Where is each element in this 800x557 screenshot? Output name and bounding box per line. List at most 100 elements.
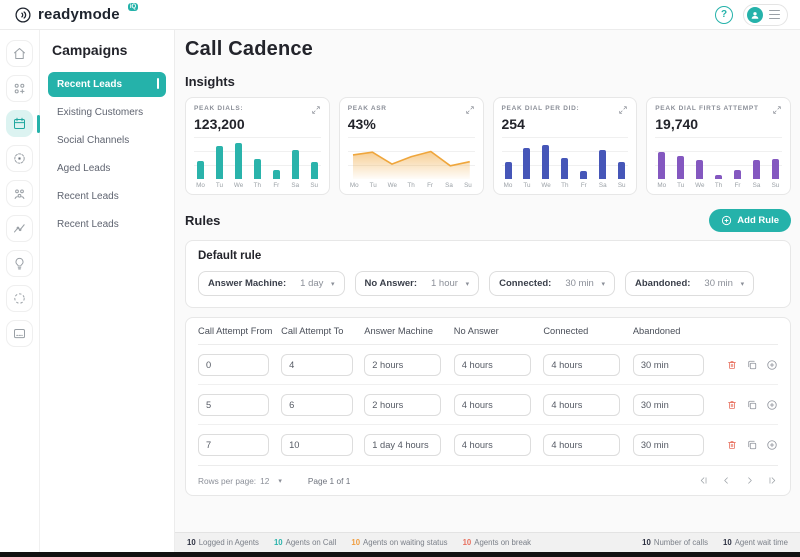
rule-cell-input[interactable] <box>364 434 442 456</box>
rail-item-monitor-icon[interactable] <box>6 320 33 347</box>
add-icon[interactable] <box>766 439 778 451</box>
chart-bar <box>658 151 666 179</box>
chart-bar <box>272 169 280 179</box>
rows-per-page-label: Rows per page: <box>198 475 257 486</box>
rail-item-apps-icon[interactable] <box>6 75 33 102</box>
rule-cell-input[interactable] <box>364 353 442 376</box>
insight-cards: PEAK DIALS: 123,200 Mo Tu We Th Fr Sa Su PEAK … <box>185 97 791 195</box>
rail-item-trending-icon[interactable] <box>6 215 33 242</box>
rail-item-target-icon[interactable] <box>6 145 33 172</box>
add-icon[interactable] <box>766 399 778 411</box>
campaign-item-3[interactable]: Aged Leads <box>48 156 166 181</box>
table-row <box>198 345 778 385</box>
campaign-item-1[interactable]: Existing Customers <box>48 100 166 125</box>
chart-bar <box>197 161 204 179</box>
add-icon[interactable] <box>766 359 778 371</box>
default-rule-fields: Answer Machine: 1 day ▾ No Answer: 1 hour… <box>198 271 778 296</box>
card-chart <box>194 137 321 179</box>
column-header: Abandoned <box>632 326 681 336</box>
rules-table-body <box>198 345 778 465</box>
icon-rail <box>0 30 40 552</box>
status-right-items: 10 Number of calls 10 Agent wait time <box>642 538 788 547</box>
status-item: 10 Agents on break <box>462 538 532 547</box>
help-icon[interactable]: ? <box>715 5 733 24</box>
next-page-icon[interactable] <box>744 475 755 486</box>
rule-cell-input[interactable] <box>281 353 353 376</box>
rail-item-community-icon[interactable] <box>6 180 33 207</box>
dropdown-label: Abandoned: <box>635 278 691 289</box>
account-menu[interactable] <box>743 3 788 26</box>
rule-cell-input[interactable] <box>453 353 531 376</box>
chart-day-labels: Mo Tu We Th Fr Sa Su <box>657 182 780 189</box>
card-chart <box>347 137 475 179</box>
first-page-icon[interactable] <box>698 475 709 486</box>
table-row <box>198 385 778 425</box>
card-metric-value: 19,740 <box>655 116 699 132</box>
chart-bar <box>561 158 569 179</box>
default-rule-dropdown-2[interactable]: Connected: 30 min ▾ <box>489 271 615 296</box>
dropdown-value: 30 min ▾ <box>704 278 745 289</box>
duplicate-icon[interactable] <box>746 439 758 451</box>
rule-cell-input[interactable] <box>632 434 705 456</box>
dropdown-value: 30 min ▾ <box>565 278 605 289</box>
card-metric-label: PEAK ASR <box>347 105 387 112</box>
rail-item-home-icon[interactable] <box>6 40 33 67</box>
main-area: Call Cadence Insights PEAK DIALS: 123,20… <box>175 30 800 552</box>
expand-icon[interactable] <box>772 105 782 115</box>
rule-cell-input[interactable] <box>543 393 621 416</box>
rail-item-spinner-icon[interactable] <box>6 285 33 312</box>
rule-cell-input[interactable] <box>198 434 270 456</box>
rule-cell-input[interactable] <box>198 353 270 376</box>
chart-bar <box>715 174 723 179</box>
column-header: Connected <box>543 326 589 336</box>
dropdown-value: 1 hour ▾ <box>430 278 470 289</box>
delete-icon[interactable] <box>726 399 738 411</box>
chart-bar <box>753 160 761 179</box>
expand-icon[interactable] <box>311 105 321 115</box>
campaign-item-0[interactable]: Recent Leads <box>48 72 166 97</box>
expand-icon[interactable] <box>618 105 628 115</box>
rule-cell-input[interactable] <box>632 393 705 416</box>
chart-bar <box>542 144 550 179</box>
prev-page-icon[interactable] <box>721 475 732 486</box>
row-actions <box>716 439 778 451</box>
last-page-icon[interactable] <box>767 475 778 486</box>
brand-logo: readymode iQ <box>14 2 139 24</box>
insights-title: Insights <box>185 74 235 89</box>
chart-bar <box>734 169 742 179</box>
rules-title: Rules <box>185 213 221 228</box>
campaign-item-5[interactable]: Recent Leads <box>48 212 166 237</box>
campaign-item-4[interactable]: Recent Leads <box>48 184 166 209</box>
default-rule-dropdown-3[interactable]: Abandoned: 30 min ▾ <box>625 271 755 296</box>
rule-cell-input[interactable] <box>543 434 621 456</box>
expand-icon[interactable] <box>465 105 475 115</box>
campaign-item-2[interactable]: Social Channels <box>48 128 166 153</box>
delete-icon[interactable] <box>726 359 738 371</box>
rule-cell-input[interactable] <box>198 393 270 416</box>
column-header: Answer Machine <box>364 326 433 336</box>
rail-item-lightbulb-icon[interactable] <box>6 250 33 277</box>
add-rule-button[interactable]: Add Rule <box>709 209 791 232</box>
chart-bar <box>696 160 704 179</box>
main-content: Call Cadence Insights PEAK DIALS: 123,20… <box>175 30 800 532</box>
rule-cell-input[interactable] <box>632 353 705 376</box>
chevron-down-icon: ▾ <box>278 477 282 485</box>
rule-cell-input[interactable] <box>453 434 531 456</box>
duplicate-icon[interactable] <box>746 359 758 371</box>
rule-cell-input[interactable] <box>543 353 621 376</box>
chart-bar <box>618 162 626 179</box>
default-rule-dropdown-1[interactable]: No Answer: 1 hour ▾ <box>354 271 480 296</box>
rule-cell-input[interactable] <box>281 393 353 416</box>
rule-cell-input[interactable] <box>364 393 442 416</box>
card-metric-value: 43% <box>347 116 376 132</box>
rule-cell-input[interactable] <box>453 393 531 416</box>
card-metric-label: PEAK DIALS: <box>194 105 244 112</box>
chart-bar <box>310 162 318 179</box>
default-rule-dropdown-0[interactable]: Answer Machine: 1 day ▾ <box>198 271 345 296</box>
rail-item-calendar-icon[interactable] <box>6 110 40 137</box>
insight-card-2: PEAK DIAL PER DID: 254 Mo Tu We Th Fr Sa Su <box>492 97 638 195</box>
rows-per-page-control[interactable]: Rows per page: 12 ▾ <box>198 476 282 486</box>
duplicate-icon[interactable] <box>746 399 758 411</box>
rule-cell-input[interactable] <box>281 434 353 456</box>
delete-icon[interactable] <box>726 439 738 451</box>
